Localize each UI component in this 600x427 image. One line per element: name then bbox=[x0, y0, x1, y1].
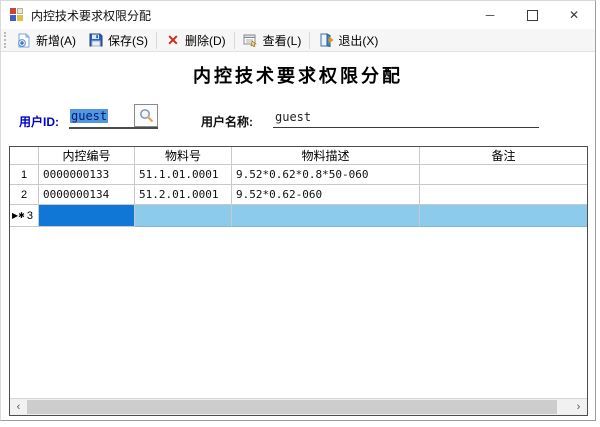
current-row-indicator: ▶✱ bbox=[12, 211, 25, 220]
exit-icon bbox=[318, 32, 334, 48]
column-header[interactable]: 备注 bbox=[420, 147, 587, 165]
grid-cell[interactable]: 0000000133 bbox=[39, 165, 135, 185]
scroll-left-arrow-icon[interactable]: ‹ bbox=[10, 399, 27, 415]
new-document-icon bbox=[16, 32, 32, 48]
selected-grid-cell[interactable] bbox=[39, 205, 135, 227]
close-button[interactable]: ✕ bbox=[553, 1, 595, 29]
grid-cell[interactable] bbox=[420, 165, 587, 185]
delete-icon: ✕ bbox=[165, 32, 181, 48]
window-title: 内控技术要求权限分配 bbox=[31, 7, 151, 24]
scroll-right-arrow-icon[interactable]: › bbox=[570, 399, 587, 415]
toolbar: 新增(A) 保存(S) ✕ 删除(D) 查看(L) 退出(X) bbox=[1, 29, 595, 52]
horizontal-scrollbar[interactable]: ‹ › bbox=[10, 398, 587, 415]
grid-cell[interactable]: 0000000134 bbox=[39, 185, 135, 205]
grid-cell[interactable]: 51.2.01.0001 bbox=[135, 185, 232, 205]
row-number: 3 bbox=[27, 210, 33, 222]
row-header[interactable]: 1 bbox=[10, 165, 39, 185]
new-button-label: 新增(A) bbox=[36, 32, 76, 49]
toolbar-separator bbox=[234, 32, 235, 49]
save-button[interactable]: 保存(S) bbox=[82, 31, 154, 50]
grid-cell[interactable] bbox=[135, 205, 232, 227]
user-id-input[interactable]: guest bbox=[69, 106, 158, 129]
row-header-corner[interactable] bbox=[10, 147, 39, 165]
user-id-label: 用户ID: bbox=[19, 113, 59, 130]
new-button[interactable]: 新增(A) bbox=[10, 31, 82, 50]
grid-table: 内控编号 物料号 物料描述 备注 1 0000000133 51.1.01.00… bbox=[10, 147, 587, 227]
grid-cell[interactable]: 9.52*0.62*0.8*50-060 bbox=[232, 165, 420, 185]
grid-cell[interactable] bbox=[420, 205, 587, 227]
toolbar-grip[interactable] bbox=[4, 32, 6, 48]
data-grid: 内控编号 物料号 物料描述 备注 1 0000000133 51.1.01.00… bbox=[9, 146, 588, 416]
page-title: 内控技术要求权限分配 bbox=[1, 62, 595, 88]
scrollbar-thumb[interactable] bbox=[27, 400, 557, 414]
app-window: 内控技术要求权限分配 ─ ✕ 新增(A) 保存(S) ✕ 删除(D) bbox=[0, 0, 596, 421]
user-lookup-button[interactable] bbox=[134, 104, 158, 127]
title-bar: 内控技术要求权限分配 ─ ✕ bbox=[1, 1, 595, 29]
new-row-header[interactable]: ▶✱3 bbox=[10, 205, 39, 227]
column-header[interactable]: 内控编号 bbox=[39, 147, 135, 165]
delete-button[interactable]: ✕ 删除(D) bbox=[159, 31, 232, 50]
exit-button-label: 退出(X) bbox=[338, 32, 378, 49]
exit-button[interactable]: 退出(X) bbox=[312, 31, 384, 50]
minimize-button[interactable]: ─ bbox=[469, 1, 511, 29]
toolbar-separator bbox=[309, 32, 310, 49]
save-icon bbox=[88, 32, 104, 48]
column-header[interactable]: 物料描述 bbox=[232, 147, 420, 165]
app-icon bbox=[10, 8, 24, 22]
search-icon bbox=[139, 108, 154, 123]
view-icon bbox=[243, 32, 259, 48]
user-id-value: guest bbox=[70, 109, 108, 123]
grid-cell[interactable] bbox=[232, 205, 420, 227]
caption-buttons: ─ ✕ bbox=[469, 1, 595, 29]
column-header[interactable]: 物料号 bbox=[135, 147, 232, 165]
maximize-button[interactable] bbox=[511, 1, 553, 29]
delete-button-label: 删除(D) bbox=[185, 32, 226, 49]
grid-cell[interactable] bbox=[420, 185, 587, 205]
view-button-label: 查看(L) bbox=[263, 32, 302, 49]
toolbar-separator bbox=[156, 32, 157, 49]
grid-cell[interactable]: 9.52*0.62-060 bbox=[232, 185, 420, 205]
grid-cell[interactable]: 51.1.01.0001 bbox=[135, 165, 232, 185]
maximize-icon bbox=[527, 10, 538, 21]
user-name-label: 用户名称: bbox=[201, 113, 253, 130]
user-name-field[interactable]: guest bbox=[273, 108, 539, 128]
view-button[interactable]: 查看(L) bbox=[237, 31, 308, 50]
row-header[interactable]: 2 bbox=[10, 185, 39, 205]
save-button-label: 保存(S) bbox=[108, 32, 148, 49]
